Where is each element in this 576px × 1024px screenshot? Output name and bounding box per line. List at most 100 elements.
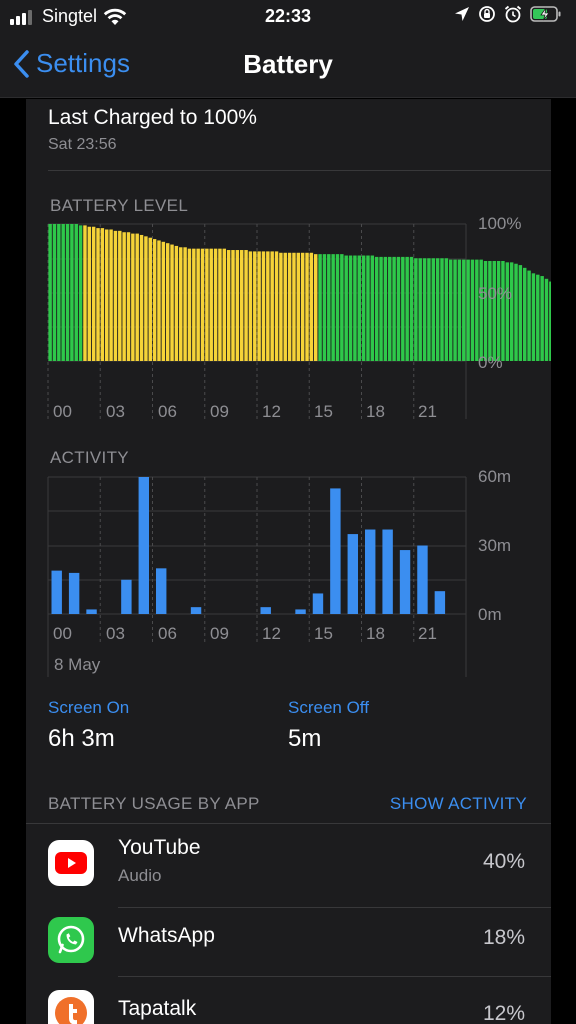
battery-level-bar xyxy=(283,252,287,361)
whatsapp-icon xyxy=(48,917,94,963)
app-name: YouTube xyxy=(118,836,201,859)
battery-level-bar xyxy=(165,243,170,361)
battery-level-bar xyxy=(396,256,401,361)
battery-level-bar xyxy=(448,259,453,361)
battery-level-bar xyxy=(83,225,87,361)
battery-level-x-tick: 06 xyxy=(158,402,177,421)
battery-content: Last Charged to 100% Sat 23:56 BATTERY L… xyxy=(26,99,551,1024)
app-percent: 18% xyxy=(482,926,525,949)
battery-level-bar xyxy=(427,258,431,361)
activity-bar xyxy=(68,572,80,614)
battery-level-bar xyxy=(483,260,488,361)
battery-level-bar xyxy=(527,270,531,361)
app-percent: 40% xyxy=(482,850,525,873)
battery-level-bar xyxy=(314,254,318,361)
battery-level-y-tick: 100% xyxy=(478,214,521,233)
battery-level-bar xyxy=(496,260,501,361)
battery-level-bar xyxy=(52,224,57,361)
battery-level-bar xyxy=(488,260,492,361)
battery-level-bar xyxy=(361,255,366,361)
battery-level-bar xyxy=(65,224,70,361)
battery-level-bar xyxy=(509,262,514,361)
battery-level-bar xyxy=(318,254,322,361)
battery-level-bar xyxy=(279,252,283,361)
battery-level-bar xyxy=(523,267,527,361)
battery-level-bar xyxy=(492,260,496,361)
status-right xyxy=(454,5,562,23)
activity-x-tick: 00 xyxy=(53,624,72,643)
battery-level-bar xyxy=(274,251,279,361)
battery-level-bar xyxy=(70,224,74,361)
battery-level-bar xyxy=(327,254,331,361)
battery-level-bar xyxy=(174,245,179,361)
activity-x-tick: 18 xyxy=(366,624,385,643)
activity-bar xyxy=(312,593,324,614)
battery-level-bar xyxy=(353,255,357,361)
battery-level-bar xyxy=(118,230,122,361)
status-bar: Singtel 22:33 xyxy=(0,0,576,34)
battery-level-bar xyxy=(383,256,388,361)
battery-level-bar xyxy=(335,254,340,361)
battery-level-bar xyxy=(462,259,466,361)
battery-level-bar xyxy=(213,248,218,361)
battery-level-bar xyxy=(305,252,309,361)
battery-level-bar xyxy=(414,258,418,361)
activity-bar xyxy=(138,477,149,614)
battery-level-bar xyxy=(96,228,100,361)
battery-level-bar xyxy=(405,256,409,361)
battery-level-bar xyxy=(261,251,266,361)
battery-level-bar xyxy=(244,250,248,361)
battery-level-bar xyxy=(131,233,135,361)
app-name: WhatsApp xyxy=(118,924,215,947)
battery-level-bar xyxy=(287,252,292,361)
battery-level-y-tick: 0% xyxy=(478,353,503,372)
battery-level-bar xyxy=(309,252,314,361)
show-activity-button[interactable]: SHOW ACTIVITY xyxy=(390,794,527,814)
activity-x-tick: 03 xyxy=(106,624,125,643)
activity-bar xyxy=(51,570,62,614)
screen-on-label: Screen On xyxy=(48,698,130,717)
battery-level-bar xyxy=(205,248,209,361)
app-row-youtube[interactable]: YouTube Audio 40% xyxy=(26,824,551,908)
alarm-icon xyxy=(504,5,522,23)
activity-bar xyxy=(121,579,132,614)
battery-level-bar xyxy=(444,258,449,361)
battery-level-bar xyxy=(266,251,270,361)
activity-bar xyxy=(295,609,306,614)
battery-level-bar xyxy=(296,252,301,361)
battery-level-bar xyxy=(192,248,196,361)
battery-level-bar xyxy=(435,258,440,361)
battery-level-bar xyxy=(248,251,253,361)
battery-level-bar xyxy=(331,254,335,361)
battery-level-bar xyxy=(518,265,523,361)
battery-level-bar xyxy=(401,256,405,361)
battery-level-bar xyxy=(161,241,166,361)
activity-bar xyxy=(260,607,271,614)
battery-level-bar xyxy=(61,224,65,361)
battery-level-bar xyxy=(91,226,96,361)
battery-level-bar xyxy=(157,240,161,361)
battery-level-bar xyxy=(340,254,344,361)
activity-bar xyxy=(156,568,167,614)
activity-y-tick: 60m xyxy=(478,467,511,486)
activity-bar xyxy=(330,488,341,614)
battery-level-bar xyxy=(109,229,113,361)
battery-level-bar xyxy=(536,274,540,361)
battery-level-x-tick: 21 xyxy=(418,402,437,421)
battery-level-bar xyxy=(300,252,305,361)
app-subtitle: Audio xyxy=(118,866,162,885)
battery-level-x-tick: 12 xyxy=(262,402,281,421)
tapatalk-icon xyxy=(48,990,94,1024)
activity-x-tick: 15 xyxy=(314,624,333,643)
battery-level-bar xyxy=(544,278,549,361)
battery-level-bar xyxy=(322,254,327,361)
battery-level-bar xyxy=(48,224,52,361)
battery-level-y-tick: 50% xyxy=(478,284,512,303)
battery-level-bar xyxy=(388,256,392,361)
battery-level-bar xyxy=(392,256,396,361)
battery-level-bar xyxy=(183,247,187,361)
battery-level-bar xyxy=(292,252,296,361)
battery-level-bar xyxy=(475,259,479,361)
app-row-tapatalk[interactable]: Tapatalk 12% xyxy=(26,977,551,1024)
activity-y-tick: 30m xyxy=(478,536,511,555)
